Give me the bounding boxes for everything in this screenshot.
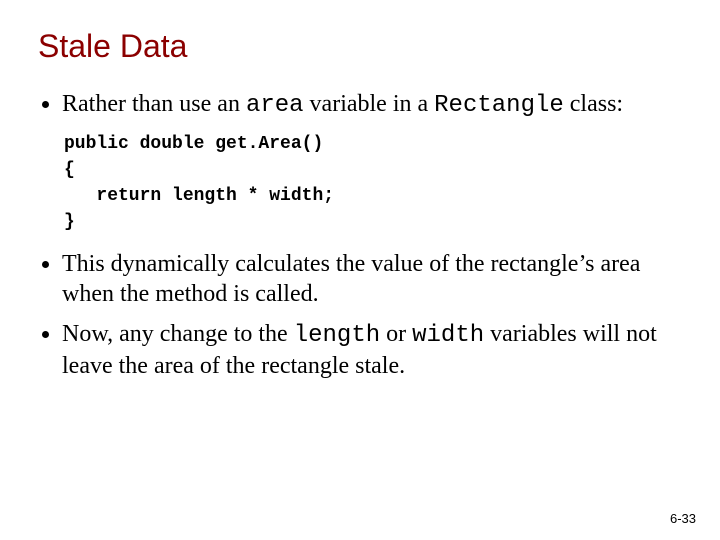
bullet-item-2: This dynamically calculates the value of… [62,249,682,309]
bullet-1-text-post: class: [564,91,623,117]
page-number: 6-33 [670,511,696,526]
slide-title: Stale Data [38,28,682,65]
slide: Stale Data Rather than use an area varia… [0,0,720,540]
bullet-2-text: This dynamically calculates the value of… [62,251,640,307]
bullet-1-code-rectangle: Rectangle [434,92,564,119]
bullet-1-text-mid: variable in a [304,91,435,117]
bullet-list: Rather than use an area variable in a Re… [38,89,682,121]
bullet-list-2: This dynamically calculates the value of… [38,249,682,381]
bullet-3-code-length: length [294,322,380,349]
bullet-item-3: Now, any change to the length or width v… [62,319,682,381]
bullet-3-text-pre: Now, any change to the [62,321,294,347]
bullet-3-code-width: width [412,322,484,349]
bullet-1-text-pre: Rather than use an [62,91,246,117]
code-block: public double get.Area() { return length… [64,131,682,235]
bullet-item-1: Rather than use an area variable in a Re… [62,89,682,121]
bullet-3-text-mid: or [380,321,412,347]
bullet-1-code-area: area [246,92,304,119]
